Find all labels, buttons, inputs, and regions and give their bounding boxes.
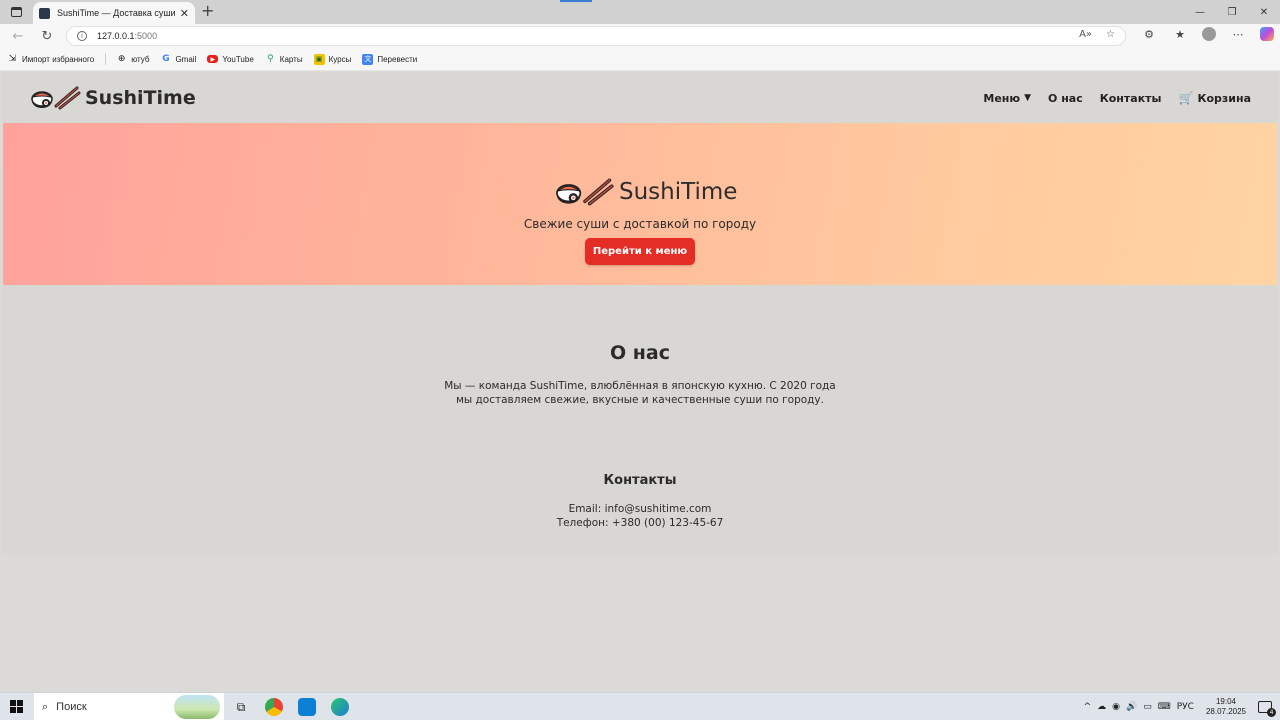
hero-logo: SushiTime (555, 178, 737, 206)
wifi-icon[interactable]: ◉ (1112, 702, 1120, 712)
caret-down-icon: ▼ (1024, 93, 1032, 103)
contact-email: Email: info@sushitime.com (568, 503, 712, 515)
more-menu-icon[interactable]: ⋯ (1229, 28, 1247, 41)
youtube-icon: ▶ (207, 55, 219, 63)
favorite-star-icon[interactable]: ☆ (1106, 29, 1115, 40)
site-logo[interactable]: SushiTime (31, 86, 196, 110)
tab-title: SushiTime — Доставка суши (57, 8, 176, 18)
onedrive-icon[interactable]: ☁ (1097, 702, 1106, 712)
new-tab-button[interactable]: + (201, 1, 214, 20)
bookmark-translate[interactable]: 文 Перевести (362, 53, 417, 65)
site-nav: Меню ▼ О нас Контакты 🛒 Корзина (983, 91, 1251, 105)
vscode-icon[interactable] (298, 698, 316, 716)
go-to-menu-button[interactable]: Перейти к меню (585, 238, 695, 265)
input-language[interactable]: РУС (1177, 702, 1194, 712)
close-window-button[interactable]: ✕ (1248, 0, 1280, 24)
sushi-chopsticks-icon (31, 86, 81, 110)
contact-phone: Телефон: +380 (00) 123-45-67 (556, 517, 724, 529)
about-section: О нас Мы — команда SushiTime, влюблённая… (3, 285, 1277, 555)
back-button[interactable]: ← (9, 27, 27, 45)
notifications-icon[interactable]: 4 (1258, 701, 1276, 717)
bookmark-gmail[interactable]: G Gmail (160, 54, 196, 65)
url-text: 127.0.0.1:5000 (97, 31, 158, 41)
about-title: О нас (610, 342, 670, 364)
maps-icon: ⚲ (266, 54, 274, 64)
translate-icon: 文 (362, 53, 374, 65)
clock-time: 19:04 (1215, 697, 1236, 706)
bookmark-youtube-ru[interactable]: ⊕ ютуб (116, 54, 150, 65)
nav-cart-link[interactable]: 🛒 Корзина (1179, 91, 1252, 105)
volume-icon[interactable]: 🔊 (1126, 702, 1137, 712)
import-icon: ⇲ (8, 54, 17, 64)
address-bar[interactable]: i 127.0.0.1:5000 A» ☆ (66, 26, 1126, 46)
page-viewport: SushiTime Меню ▼ О нас Контакты 🛒 Корзина … (3, 72, 1277, 692)
tab-drag-indicator (560, 0, 592, 2)
browser-tab[interactable]: SushiTime — Доставка суши ✕ (33, 2, 195, 24)
address-bar-actions: A» ☆ (1079, 29, 1115, 40)
site-brand: SushiTime (85, 87, 196, 109)
taskbar-search[interactable]: ⌕ Поиск (34, 693, 224, 720)
read-aloud-icon[interactable]: A» (1079, 29, 1092, 40)
hero-tagline: Свежие суши с доставкой по городу (523, 217, 757, 231)
keyboard-icon[interactable]: ⌨ (1158, 702, 1171, 712)
reload-button[interactable]: ↻ (38, 27, 56, 45)
favorites-icon[interactable]: ★ (1171, 28, 1189, 41)
display-icon[interactable]: ▭ (1143, 702, 1152, 712)
contacts-title: Контакты (603, 473, 677, 488)
tab-favicon-icon (39, 7, 50, 19)
nav-about-link[interactable]: О нас (1048, 92, 1083, 105)
browser-tab-strip: SushiTime — Доставка суши ✕ + — ❐ ✕ (0, 0, 1280, 24)
sushi-chopsticks-icon (556, 178, 614, 206)
start-button[interactable] (10, 700, 23, 713)
google-icon: G (162, 54, 170, 64)
maximize-button[interactable]: ❐ (1216, 0, 1248, 24)
minimize-button[interactable]: — (1184, 0, 1216, 24)
tab-actions-button[interactable] (8, 4, 24, 20)
search-icon: ⌕ (42, 700, 49, 713)
copilot-icon[interactable] (1260, 27, 1274, 41)
chrome-icon[interactable] (265, 698, 283, 716)
window-controls: — ❐ ✕ (1184, 0, 1280, 24)
windows-taskbar: ⌕ Поиск ⧉ ^ ☁ ◉ 🔊 ▭ ⌨ РУС 19:04 28.07.20… (0, 692, 1280, 720)
system-tray: ^ ☁ ◉ 🔊 ▭ ⌨ РУС 19:04 28.07.2025 4 (1084, 693, 1276, 720)
hero-banner: SushiTime Свежие суши с доставкой по гор… (3, 123, 1277, 285)
tray-chevron-icon[interactable]: ^ (1084, 702, 1092, 712)
search-highlight-image (174, 695, 220, 719)
bookmark-courses[interactable]: ▣ Курсы (313, 53, 351, 65)
task-view-icon[interactable]: ⧉ (232, 698, 250, 716)
profile-avatar[interactable] (1202, 27, 1216, 41)
nav-contacts-link[interactable]: Контакты (1100, 92, 1162, 105)
site-info-icon[interactable]: i (77, 31, 87, 41)
bookmarks-bar: ⇲ Импорт избранного ⊕ ютуб G Gmail ▶ YouTube… (0, 48, 1280, 71)
cart-icon: 🛒 (1178, 91, 1194, 105)
bookmark-maps[interactable]: ⚲ Карты (265, 54, 303, 65)
taskbar-clock[interactable]: 19:04 28.07.2025 (1206, 697, 1246, 717)
bookmark-youtube[interactable]: ▶ YouTube (207, 55, 254, 64)
courses-icon: ▣ (313, 53, 325, 65)
extensions-icon[interactable]: ⚙ (1140, 28, 1158, 41)
notification-count: 4 (1267, 708, 1276, 717)
taskbar-search-placeholder: Поиск (56, 701, 87, 713)
nav-menu-link[interactable]: Меню ▼ (983, 92, 1031, 105)
about-text: Мы — команда SushiTime, влюблённая в япо… (444, 380, 836, 406)
bookmark-import[interactable]: ⇲ Импорт избранного (7, 54, 94, 65)
clock-date: 28.07.2025 (1205, 707, 1246, 716)
bookmark-separator (105, 53, 107, 65)
hero-brand: SushiTime (619, 179, 738, 205)
toolbar-actions: ⚙ ★ ⋯ (1140, 27, 1274, 41)
edge-icon[interactable] (331, 698, 349, 716)
browser-toolbar: ← ↻ i 127.0.0.1:5000 A» ☆ ⚙ ★ ⋯ (0, 24, 1280, 48)
site-header: SushiTime Меню ▼ О нас Контакты 🛒 Корзина (3, 72, 1277, 123)
close-tab-icon[interactable]: ✕ (180, 7, 189, 20)
globe-icon: ⊕ (117, 54, 126, 64)
